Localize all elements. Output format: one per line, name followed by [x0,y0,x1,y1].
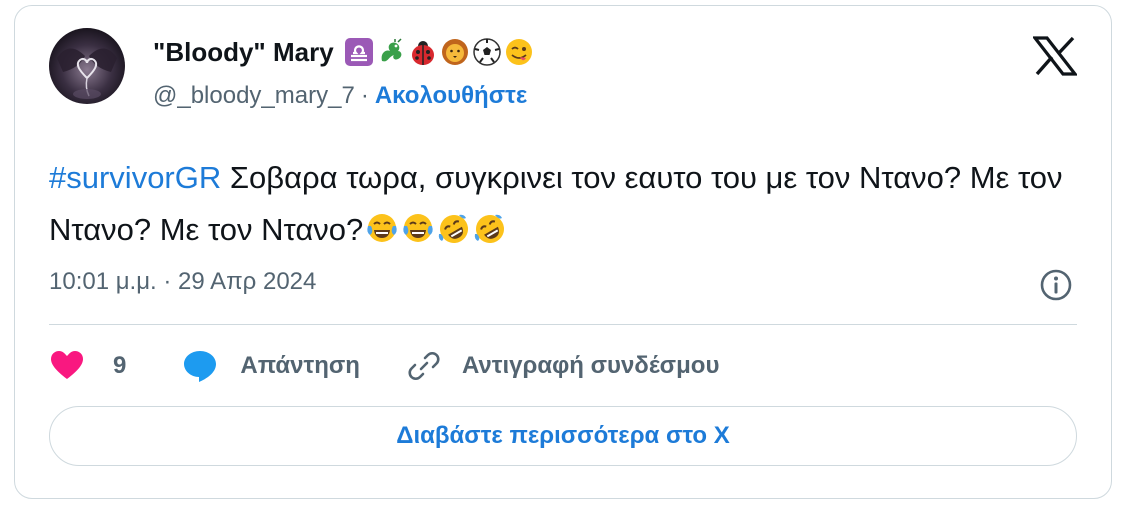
rolling-laughing-icon [439,214,469,243]
follow-link[interactable]: Ακολουθήστε [375,82,527,110]
tweet-card: "Bloody" Mary @_bloody_mary_7 · Ακολουθή… [14,5,1112,499]
tweet-timestamp[interactable]: 10:01 μ.μ. · 29 Απρ 2024 [49,268,316,296]
hashtag-link[interactable]: #survivorGR [49,160,221,195]
copy-link-button[interactable]: Αντιγραφή συνδέσμου [406,348,719,384]
ladybug-icon [411,41,434,65]
action-bar: 9 Απάντηση Αντιγραφή συνδέσμου [49,346,719,386]
author-name-row[interactable]: "Bloody" Mary [153,34,534,70]
dragon-icon [381,38,402,62]
like-count: 9 [113,352,127,379]
reply-label: Απάντηση [240,352,360,379]
link-icon [408,352,440,380]
soccer-ball-icon [472,38,501,66]
handle-row: @_bloody_mary_7 · Ακολουθήστε [153,82,527,110]
display-name[interactable]: "Bloody" Mary [153,37,334,68]
winking-tongue-face-icon [505,39,532,65]
tweet-text: #survivorGR Σοβαρα τωρα, συγκρινει τον ε… [49,152,1089,256]
like-button[interactable]: 9 [49,348,126,384]
tears-of-joy-icon [367,214,397,242]
info-icon[interactable] [1039,268,1073,302]
speech-bubble-icon [184,351,217,382]
x-logo-icon[interactable] [1033,36,1077,76]
divider [49,324,1077,325]
separator-dot: · [360,82,369,109]
lion-icon [441,39,468,65]
name-emojis [344,37,534,67]
author-handle[interactable]: @_bloody_mary_7 [153,82,355,110]
avatar[interactable] [49,28,125,104]
tears-of-joy-icon [403,214,433,242]
read-more-button[interactable]: Διαβάστε περισσότερα στο X [49,406,1077,466]
rolling-laughing-icon [475,214,505,243]
copy-link-label: Αντιγραφή συνδέσμου [461,352,720,379]
libra-icon [344,38,373,66]
reply-button[interactable]: Απάντηση [182,348,360,384]
heart-icon [51,351,83,379]
